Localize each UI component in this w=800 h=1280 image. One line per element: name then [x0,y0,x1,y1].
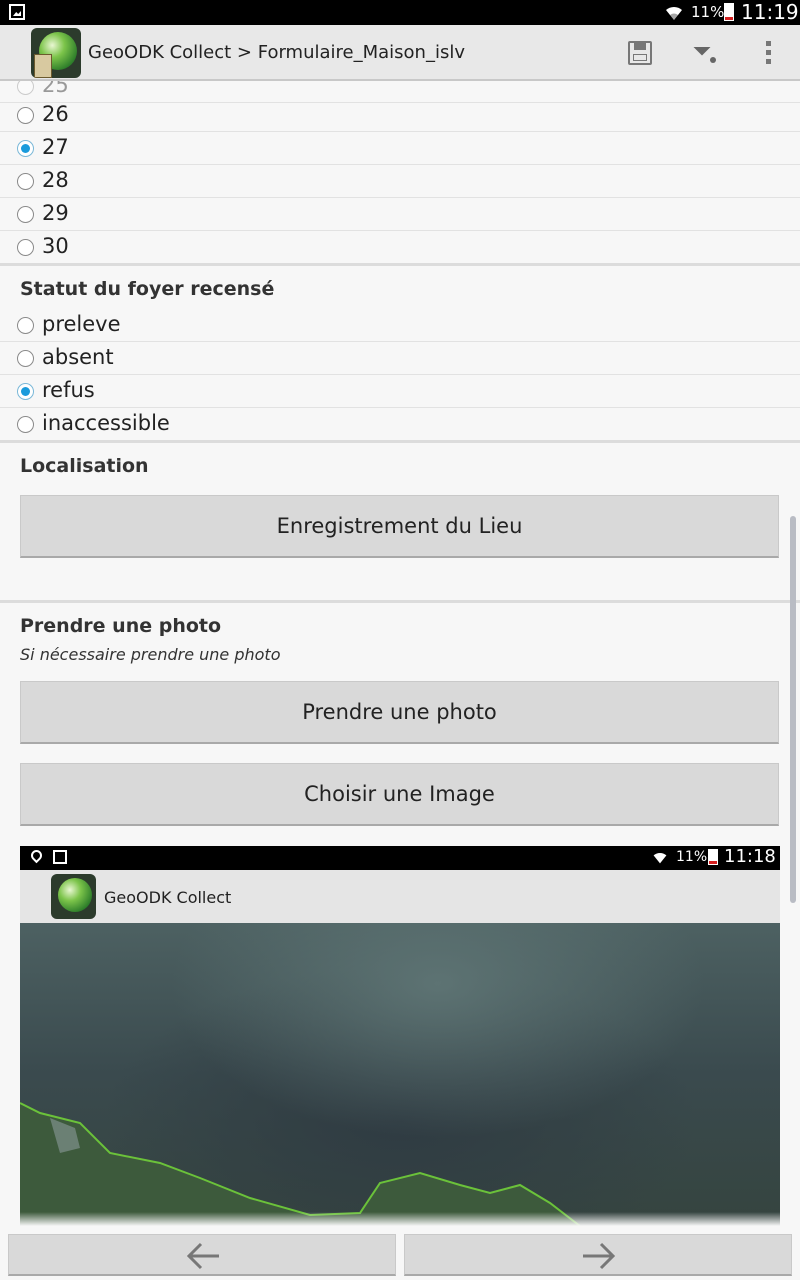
option-row[interactable]: refus [0,375,800,408]
radio-button[interactable] [17,173,34,190]
radio-button[interactable] [17,81,34,95]
jump-arrow-icon [693,38,711,56]
next-button[interactable] [404,1234,792,1276]
question-divider [0,263,800,266]
question-hint-photo: Si nécessaire prendre une photo [20,645,281,664]
battery-icon [708,849,718,865]
question-divider [0,440,800,443]
option-label: 27 [42,135,69,159]
option-row[interactable]: 28 [0,165,800,198]
option-row[interactable]: 29 [0,198,800,231]
option-row[interactable]: inaccessible [0,408,800,441]
action-bar: GeoODK Collect > Formulaire_Maison_islv [0,25,800,81]
radio-button[interactable] [17,206,34,223]
radio-button[interactable] [17,239,34,256]
location-pin-icon [28,847,45,864]
geoodk-app-icon[interactable] [31,28,81,78]
preview-action-bar: GeoODK Collect [20,870,780,923]
radio-button[interactable] [17,107,34,124]
option-label: 28 [42,168,69,192]
form-title: GeoODK Collect > Formulaire_Maison_islv [88,42,465,63]
preview-battery-percent: 11% [676,849,708,865]
satellite-map-image [20,923,780,1226]
option-row[interactable]: 27 [0,132,800,165]
question-label-photo: Prendre une photo [20,615,222,637]
geoodk-app-icon [51,874,96,919]
question-label-statut: Statut du foyer recensé [20,278,275,300]
battery-percent: 11% [691,3,725,21]
option-row[interactable]: 30 [0,231,800,264]
question-divider [0,600,800,603]
radio-button[interactable] [17,416,34,433]
option-label: 25 [42,81,69,97]
option-label: 30 [42,234,69,258]
gallery-notification-icon [9,4,25,20]
choose-image-button[interactable]: Choisir une Image [20,763,779,826]
option-row[interactable]: 26 [0,99,800,132]
option-row[interactable]: preleve [0,309,800,342]
map-terrain-overlay [20,1102,581,1226]
option-label: 29 [42,201,69,225]
go-to-prompt-button[interactable] [688,35,724,71]
bottom-navigation [0,1228,800,1280]
radio-button-selected[interactable] [17,383,34,400]
option-label: 26 [42,102,69,126]
option-label: absent [42,345,114,369]
save-disk-icon [628,41,652,65]
radio-button-selected[interactable] [17,140,34,157]
option-label: inaccessible [42,411,170,435]
radio-button[interactable] [17,317,34,334]
wifi-icon [666,6,682,20]
save-form-button[interactable] [622,35,658,71]
previous-button[interactable] [8,1234,396,1276]
overflow-menu-button[interactable] [750,35,786,71]
battery-icon [724,3,734,21]
preview-clock: 11:18 [724,846,776,867]
preview-status-bar: 11% 11:18 [20,846,780,870]
arrow-left-icon [186,1242,219,1270]
option-label: refus [42,378,95,402]
status-bar: 11% 11:19 [0,0,800,25]
form-content[interactable]: 25 26 27 28 29 30 Statut du foyer recens… [0,81,800,1228]
option-label: preleve [42,312,121,336]
question-label-localisation: Localisation [20,455,149,477]
arrow-right-icon [583,1242,616,1270]
option-row[interactable]: absent [0,342,800,375]
record-location-button[interactable]: Enregistrement du Lieu [20,495,779,558]
gallery-notification-icon [53,850,67,864]
scrollbar[interactable] [790,516,796,903]
take-photo-button[interactable]: Prendre une photo [20,681,779,744]
radio-button[interactable] [17,350,34,367]
clock: 11:19 [741,0,799,24]
wifi-icon [653,852,667,864]
photo-preview[interactable]: 11% 11:18 GeoODK Collect [20,846,780,1226]
preview-app-title: GeoODK Collect [104,888,232,907]
